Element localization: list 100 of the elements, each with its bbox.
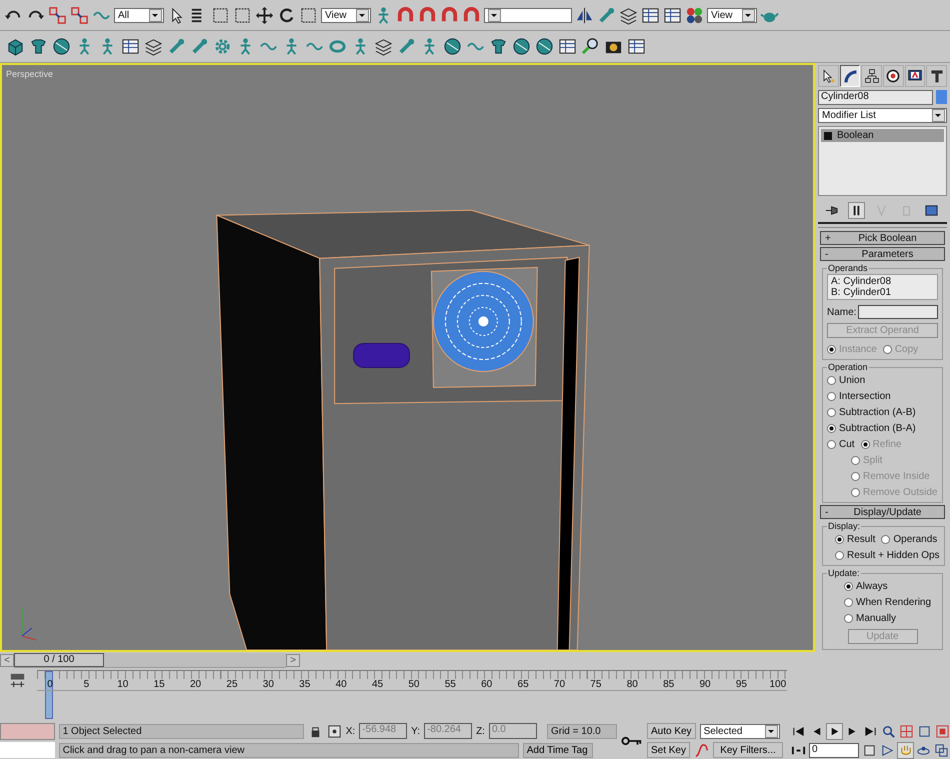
radio-button[interactable] [844, 598, 853, 606]
frame-number: 100 [768, 679, 787, 690]
frame-number: 60 [480, 679, 494, 690]
radio-option[interactable]: Cut [827, 438, 855, 450]
add-time-tag-button[interactable]: Add Time Tag [522, 742, 593, 758]
frame-number: 55 [444, 679, 457, 690]
radio-button[interactable] [827, 424, 836, 432]
reference-coordinate-dropdown[interactable]: View [321, 8, 371, 22]
maxscript-input-field[interactable] [0, 742, 55, 758]
frame-counter[interactable]: 0 / 100 [14, 652, 104, 666]
name-field[interactable] [858, 305, 938, 319]
triangle-icon[interactable] [880, 742, 895, 758]
radio-option[interactable]: When Rendering [844, 596, 932, 608]
modifier-stack-item[interactable]: Boolean [821, 129, 944, 142]
axis-tripod-icon [21, 607, 36, 640]
frame-number: 35 [298, 679, 312, 690]
rollout-header[interactable]: - Display/Update [820, 505, 945, 519]
frame-number: 15 [152, 679, 166, 690]
key-filters-button[interactable]: Key Filters... [713, 742, 783, 758]
radio-button[interactable] [844, 582, 853, 590]
frame-number: 10 [116, 679, 130, 690]
frame-number: 90 [698, 679, 712, 690]
named-selection-dropdown[interactable] [484, 8, 572, 22]
hierarchy-icon[interactable] [861, 65, 882, 87]
object-color-swatch[interactable] [936, 90, 947, 104]
operand-item[interactable]: B: Cylinder01 [831, 287, 934, 298]
grid-icon[interactable] [121, 37, 140, 56]
rollout-header[interactable]: - Parameters [820, 247, 945, 261]
shirt-icon[interactable] [29, 37, 48, 56]
frame-number: 5 [82, 679, 90, 690]
grid-icon[interactable] [627, 37, 646, 56]
radio-option[interactable]: Result + Hidden Ops [835, 550, 940, 560]
radio-button[interactable] [827, 408, 836, 416]
radio-button[interactable] [844, 614, 853, 622]
radio-option[interactable]: Union [827, 374, 866, 386]
set-key-button[interactable]: Set Key [646, 742, 690, 758]
radio-option[interactable]: Operands [881, 534, 938, 544]
radio-option[interactable]: Subtraction (B-A) [827, 422, 916, 434]
shirt-icon[interactable] [489, 37, 508, 56]
curve-icon[interactable] [694, 742, 709, 758]
radio-button[interactable] [827, 440, 836, 448]
radio-button[interactable] [881, 534, 890, 544]
maxscript-listener-field[interactable] [0, 723, 55, 740]
frame-number: 70 [552, 679, 566, 690]
move-icon[interactable] [255, 6, 274, 24]
frame-number: 75 [589, 679, 602, 690]
name-label: Name: [827, 306, 856, 318]
frame-number: 25 [225, 679, 239, 690]
frame-number: 45 [370, 679, 384, 690]
frame-ruler[interactable]: 0 5 10 15 20 25 30 35 40 45 50 55 60 65 70 75 80 85 90 95 100 [37, 670, 787, 719]
group-title: Operands [827, 263, 869, 273]
time-slider-track[interactable]: 0 / 100 [14, 652, 286, 668]
radio-option[interactable]: Result [835, 534, 876, 544]
pin-icon[interactable] [824, 203, 839, 218]
time-cursor[interactable] [45, 671, 53, 719]
rollout-header[interactable]: + Pick Boolean [820, 231, 945, 245]
operand-item[interactable]: A: Cylinder08 [831, 276, 934, 287]
frame-number: 30 [262, 679, 275, 690]
zoom-icon[interactable] [881, 724, 896, 738]
frame-number: 40 [334, 679, 348, 690]
frame-number: 65 [516, 679, 530, 690]
grid-icon[interactable] [558, 37, 577, 56]
frame-number: 0 [46, 679, 54, 690]
auto-key-button[interactable]: Auto Key [646, 723, 696, 739]
radio-option[interactable]: Always [844, 580, 888, 592]
radio-option[interactable]: Subtraction (A-B) [827, 406, 916, 418]
vertical-bars-icon[interactable] [849, 203, 864, 218]
render-type-dropdown[interactable]: View [707, 8, 757, 22]
selection-status: 1 Object Selected [58, 724, 304, 738]
key-mode-dropdown[interactable]: Selected [700, 724, 780, 738]
z-label: Z: [476, 726, 485, 736]
radio-button[interactable] [835, 534, 844, 544]
radio-button[interactable] [835, 550, 844, 560]
previous-frame-button[interactable]: < [0, 654, 14, 666]
current-frame-field[interactable]: 0 [809, 742, 859, 758]
group-title: Display: [827, 521, 862, 531]
grid-size-status: Grid = 10.0 [546, 724, 617, 738]
cube-icon[interactable] [6, 37, 25, 56]
radio-button[interactable] [827, 392, 836, 400]
selection-filter-dropdown[interactable]: All [114, 8, 164, 22]
pan-hand-icon[interactable] [898, 742, 913, 758]
monitor-icon[interactable] [904, 65, 926, 87]
next-frame-button[interactable]: > [286, 654, 300, 666]
group-title: Operation [827, 362, 869, 372]
frame-number: 80 [626, 679, 639, 690]
group-title: Update: [827, 568, 861, 578]
arc-icon[interactable] [840, 65, 860, 87]
radio-button[interactable] [827, 376, 836, 384]
frame-number: 95 [734, 679, 748, 690]
viewport-label: Perspective [6, 69, 54, 79]
object-name-field[interactable]: Cylinder08 [818, 90, 933, 105]
radio-option[interactable]: Manually [844, 612, 896, 624]
frame-number: 85 [662, 679, 676, 690]
configure-icon[interactable] [924, 203, 939, 218]
x-label: X: [346, 726, 356, 736]
play-icon[interactable] [827, 724, 842, 738]
radio-option[interactable]: Intersection [827, 390, 891, 402]
modifier-list-dropdown[interactable]: Modifier List [818, 108, 947, 123]
frame-number: 50 [407, 679, 420, 690]
spheres-icon[interactable] [685, 6, 704, 24]
